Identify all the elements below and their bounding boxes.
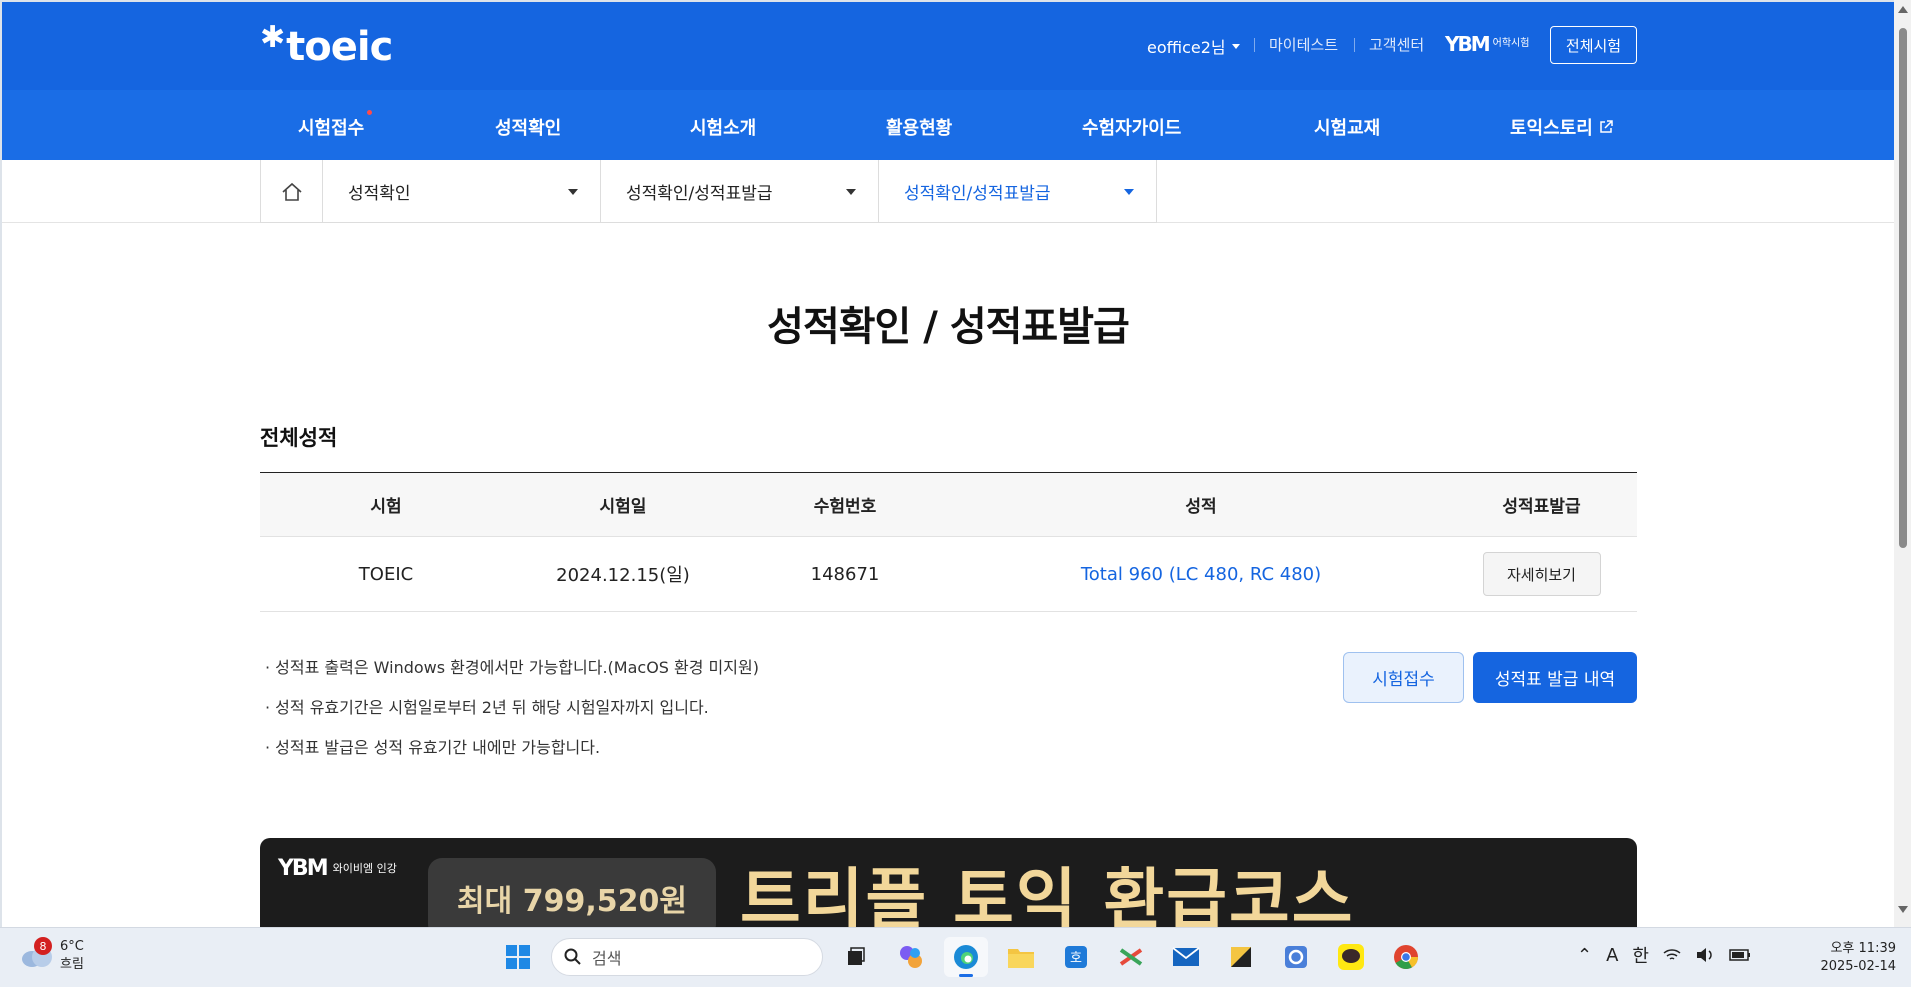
- score-table: 시험 시험일 수험번호 성적 성적표발급 TOEIC 2024.12.15(일)…: [260, 472, 1637, 612]
- chrome-icon[interactable]: [1384, 937, 1428, 977]
- nav-item-usage[interactable]: 활용현황: [886, 114, 952, 140]
- number-cell: 148671: [734, 536, 956, 612]
- notice-item: · 성적표 발급은 성적 유효기간 내에만 가능합니다.: [265, 738, 601, 757]
- customer-center-link[interactable]: 고객센터: [1369, 34, 1424, 55]
- new-dot-icon: [367, 110, 373, 115]
- kakaotalk-icon[interactable]: [1329, 937, 1373, 977]
- search-icon: [564, 948, 581, 965]
- volume-icon[interactable]: [1695, 947, 1715, 963]
- home-icon: [281, 182, 302, 201]
- breadcrumb-select-1[interactable]: 성적확인: [323, 160, 601, 223]
- column-header: 시험: [260, 472, 512, 537]
- sticky-notes-icon[interactable]: [1219, 937, 1263, 977]
- score-cell: Total 960 (LC 480, RC 480): [956, 536, 1446, 612]
- caret-down-icon: [846, 188, 856, 195]
- wifi-icon[interactable]: [1663, 948, 1681, 962]
- all-tests-button[interactable]: 전체시험: [1550, 26, 1637, 64]
- weather-badge: 8: [34, 937, 52, 955]
- user-menu[interactable]: eoffice2님: [1147, 34, 1240, 58]
- caret-down-icon: [1231, 43, 1240, 49]
- notice-item: · 성적표 출력은 Windows 환경에서만 가능합니다.(MacOS 환경 …: [265, 658, 759, 677]
- detail-button[interactable]: 자세히보기: [1482, 552, 1601, 596]
- temperature: 6°C: [60, 939, 84, 954]
- breadcrumb-select-3[interactable]: 성적확인/성적표발급: [879, 160, 1157, 223]
- scrollbar-thumb[interactable]: [1899, 28, 1907, 548]
- mail-icon[interactable]: [1164, 937, 1208, 977]
- ime-language-indicator[interactable]: 한: [1632, 942, 1649, 968]
- clock-date: 2025-02-14: [1820, 959, 1896, 974]
- chevron-up-icon[interactable]: ⌃: [1577, 945, 1592, 966]
- system-tray: ⌃ A 한: [1577, 942, 1751, 968]
- nav-item-score[interactable]: 성적확인: [495, 114, 561, 140]
- battery-icon[interactable]: [1729, 948, 1751, 962]
- home-button[interactable]: [260, 160, 323, 223]
- scroll-down-icon[interactable]: [1898, 906, 1908, 913]
- column-header: 시험일: [512, 472, 734, 537]
- copilot-icon[interactable]: [889, 937, 933, 977]
- nav-item-registration[interactable]: 시험접수: [298, 110, 373, 140]
- settings-icon[interactable]: [1274, 937, 1318, 977]
- nav-item-story[interactable]: 토익스토리: [1510, 114, 1613, 140]
- nav-item-guide[interactable]: 수험자가이드: [1082, 114, 1181, 140]
- weather-condition: 흐림: [60, 957, 84, 972]
- windows-start-icon[interactable]: [496, 937, 540, 977]
- ime-mode-indicator[interactable]: A: [1606, 945, 1618, 966]
- windows-taskbar: 8 6°C 흐림 검색 호 ⌃ A 한 오후 11:39 2025-02-14: [0, 927, 1911, 987]
- external-link-icon: [1600, 120, 1613, 133]
- vertical-scrollbar[interactable]: [1894, 0, 1911, 927]
- main-nav: 시험접수 성적확인 시험소개 활용현황 수험자가이드 시험교재 토익스토리: [2, 90, 1894, 160]
- page-title: 성적확인 / 성적표발급: [767, 304, 1130, 350]
- column-header: 수험번호: [734, 472, 956, 537]
- breadcrumb-select-2[interactable]: 성적확인/성적표발급: [601, 160, 879, 223]
- svg-text:호: 호: [1070, 951, 1082, 966]
- site-header: ✱ toeic eoffice2님 마이테스트 고객센터 YBM 어학시험 전체…: [2, 2, 1894, 90]
- promo-banner[interactable]: YBM 와이비엠 인강 최대 799,520원 트리플 토익 환급코스: [260, 838, 1637, 927]
- action-cell: 자세히보기: [1446, 536, 1637, 612]
- exam-cell: TOEIC: [260, 536, 512, 612]
- cloud-icon: 8: [20, 937, 54, 969]
- section-title: 전체성적: [260, 426, 338, 450]
- column-header: 성적표발급: [1446, 472, 1637, 537]
- hancom-icon[interactable]: 호: [1054, 937, 1098, 977]
- scroll-up-icon[interactable]: [1898, 6, 1908, 13]
- weather-widget[interactable]: 8 6°C 흐림: [20, 937, 84, 974]
- notice-item: · 성적 유효기간은 시험일로부터 2년 뒤 해당 시험일자까지 입니다.: [265, 698, 709, 717]
- my-test-link[interactable]: 마이테스트: [1269, 34, 1338, 55]
- breadcrumb: 성적확인 성적확인/성적표발급 성적확인/성적표발급: [260, 160, 1157, 223]
- browser-viewport: ✱ toeic eoffice2님 마이테스트 고객센터 YBM 어학시험 전체…: [2, 2, 1894, 927]
- toeic-logo[interactable]: ✱ toeic: [260, 20, 393, 70]
- taskbar-apps: 검색 호: [496, 937, 1428, 977]
- notice-list: · 성적표 출력은 Windows 환경에서만 가능합니다.(MacOS 환경 …: [265, 658, 759, 778]
- task-view-icon[interactable]: [834, 937, 878, 977]
- nav-item-books[interactable]: 시험교재: [1314, 114, 1380, 140]
- banner-logo: YBM 와이비엠 인강: [278, 856, 397, 881]
- banner-headline: 트리플 토익 환급코스: [740, 861, 1355, 927]
- taskbar-clock[interactable]: 오후 11:39 2025-02-14: [1812, 940, 1896, 976]
- file-explorer-icon[interactable]: [999, 937, 1043, 977]
- column-header: 성적: [956, 472, 1446, 537]
- banner-badge: 최대 799,520원: [428, 858, 716, 927]
- register-button[interactable]: 시험접수: [1343, 652, 1464, 703]
- edge-browser-icon[interactable]: [944, 937, 988, 977]
- caret-down-icon: [1124, 188, 1134, 195]
- caret-down-icon: [568, 188, 578, 195]
- snipping-tool-icon[interactable]: [1109, 937, 1153, 977]
- taskbar-search[interactable]: 검색: [551, 938, 823, 976]
- user-name: eoffice2님: [1147, 38, 1226, 57]
- issue-history-button[interactable]: 성적표 발급 내역: [1473, 652, 1637, 703]
- table-row: TOEIC 2024.12.15(일) 148671 Total 960 (LC…: [260, 536, 1637, 612]
- score-link[interactable]: Total 960 (LC 480, RC 480): [1081, 564, 1321, 585]
- table-header-row: 시험 시험일 수험번호 성적 성적표발급: [260, 472, 1637, 537]
- date-cell: 2024.12.15(일): [512, 536, 734, 612]
- nav-item-intro[interactable]: 시험소개: [690, 114, 756, 140]
- divider: [1254, 38, 1255, 52]
- clock-time: 오후 11:39: [1830, 941, 1896, 956]
- ybm-logo[interactable]: YBM 어학시험: [1445, 32, 1529, 56]
- asterisk-icon: ✱: [260, 20, 285, 55]
- divider: [1354, 38, 1355, 52]
